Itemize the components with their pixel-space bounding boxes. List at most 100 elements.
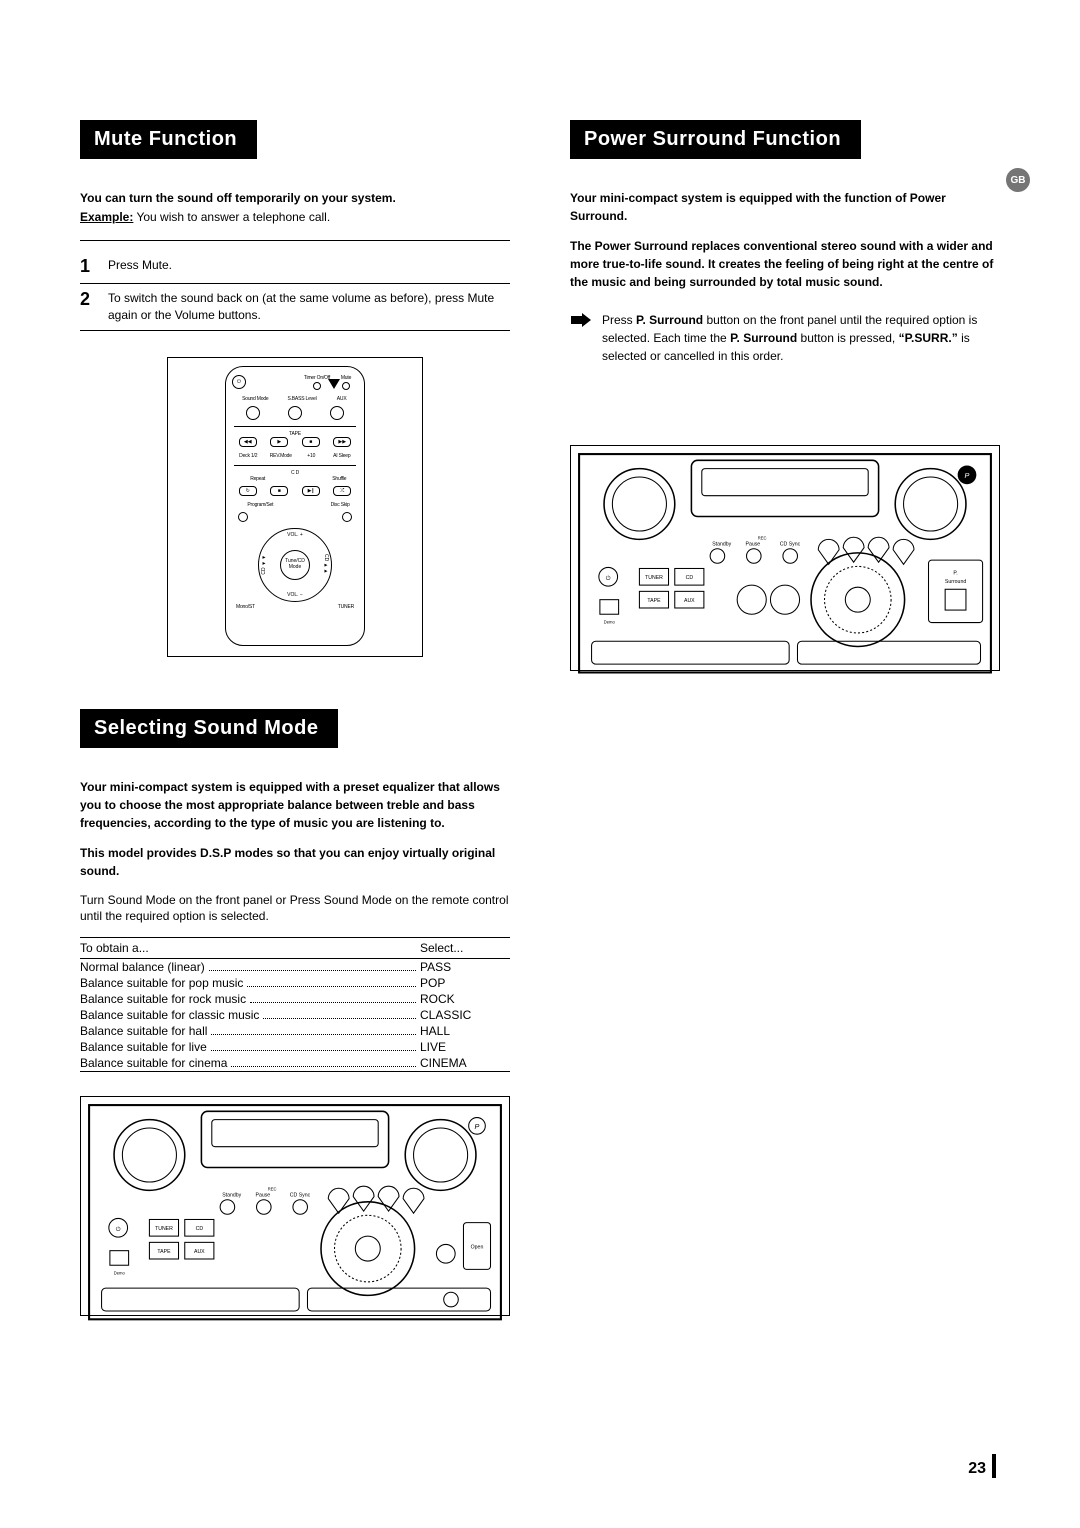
- svg-text:CD Sync: CD Sync: [290, 1193, 311, 1199]
- svg-text:TAPE: TAPE: [647, 598, 661, 604]
- step-row: 1 Press Mute.: [80, 251, 510, 284]
- remote-button: ↻: [239, 486, 257, 496]
- svg-text:AUX: AUX: [684, 598, 695, 604]
- indicator-arrow-icon: [328, 379, 340, 389]
- svg-text:TAPE: TAPE: [157, 1249, 171, 1255]
- remote-button: ⤮: [333, 486, 351, 496]
- remote-button: [288, 406, 302, 420]
- remote-button: ◀◀: [239, 437, 257, 447]
- svg-text:Pause: Pause: [745, 542, 760, 548]
- remote-button: [246, 406, 260, 420]
- svg-text:Demo: Demo: [604, 620, 616, 625]
- page-number: 23: [968, 1454, 996, 1478]
- row-value: CINEMA: [420, 1056, 510, 1070]
- remote-label: Shuffle: [318, 476, 346, 482]
- remote-button: ▶∥: [302, 486, 320, 496]
- svg-text:Surround: Surround: [945, 579, 966, 585]
- remote-button: ▶: [270, 437, 288, 447]
- sound-mode-table: To obtain a... Select... Normal balance …: [80, 937, 510, 1072]
- svg-text:TUNER: TUNER: [645, 575, 663, 581]
- remote-label: +10: [299, 453, 323, 459]
- row-label: Balance suitable for pop music: [80, 976, 243, 990]
- remote-label: CD ◄◄: [261, 554, 267, 575]
- mute-intro: You can turn the sound off temporarily o…: [80, 189, 510, 226]
- mute-steps: 1 Press Mute. 2 To switch the sound back…: [80, 251, 510, 330]
- psurr-instruction: Press P. Surround button on the front pa…: [570, 311, 1000, 365]
- table-row: Balance suitable for live LIVE: [80, 1039, 510, 1055]
- text-bold: P. Surround: [636, 313, 703, 327]
- svg-text:CD: CD: [196, 1226, 204, 1232]
- step-number: 1: [80, 257, 108, 277]
- remote-label: TUNER: [338, 604, 354, 610]
- row-dots: [247, 986, 416, 987]
- table-row: Balance suitable for rock music ROCK: [80, 991, 510, 1007]
- remote-control-illustration: ⏻ Timer On/Off Mute Sound Mode S.BASS Le…: [167, 357, 423, 657]
- row-label: Balance suitable for live: [80, 1040, 207, 1054]
- row-dots: [211, 1050, 416, 1051]
- svg-text:⏻: ⏻: [606, 575, 611, 582]
- row-label: Balance suitable for rock music: [80, 992, 246, 1006]
- stereo-svg: P Standby REC PauseCD Sync: [87, 1103, 503, 1321]
- stereo-front-panel-illustration-right: P Standby REC PauseCD Sync ⏻ TUNER: [570, 445, 1000, 671]
- row-label: Balance suitable for cinema: [80, 1056, 227, 1070]
- remote-label: AI Sleep: [328, 453, 356, 459]
- row-value: LIVE: [420, 1040, 510, 1054]
- example-label: Example:: [80, 210, 133, 224]
- remote-label: VOL. −: [287, 592, 303, 598]
- right-column: Power Surround Function Your mini-compac…: [570, 120, 1000, 1316]
- remote-label: REV.Mode: [267, 453, 295, 459]
- remote-label: Repeat: [244, 476, 272, 482]
- svg-text:REC: REC: [268, 1187, 277, 1192]
- example-text: You wish to answer a telephone call.: [133, 210, 330, 224]
- mute-function-heading: Mute Function: [80, 120, 257, 159]
- row-dots: [231, 1066, 416, 1067]
- svg-text:Open: Open: [471, 1245, 484, 1251]
- sound-mode-para2: This model provides D.S.P modes so that …: [80, 844, 510, 880]
- svg-text:Demo: Demo: [114, 1271, 126, 1276]
- table-row: Balance suitable for cinema CINEMA: [80, 1055, 510, 1071]
- text-bold: P. Surround: [730, 331, 797, 345]
- sound-mode-para3: Turn Sound Mode on the front panel or Pr…: [80, 892, 510, 926]
- remote-button: ■: [302, 437, 320, 447]
- remote-label: Mono/ST: [236, 604, 255, 610]
- two-column-layout: Mute Function You can turn the sound off…: [80, 120, 1000, 1316]
- svg-text:CD: CD: [686, 575, 694, 581]
- remote-label: Disc Skip: [314, 502, 350, 508]
- step-number: 2: [80, 290, 108, 310]
- remote-label: Tune/CD Mode: [280, 550, 310, 580]
- text: Press: [602, 313, 636, 327]
- psurr-para1: Your mini-compact system is equipped wit…: [570, 189, 1000, 225]
- row-dots: [209, 970, 416, 971]
- remote-label: Sound Mode: [236, 396, 274, 402]
- sound-mode-section: Selecting Sound Mode Your mini-compact s…: [80, 709, 510, 1317]
- psurr-para2: The Power Surround replaces conventional…: [570, 237, 1000, 291]
- manual-page: GB Mute Function You can turn the sound …: [0, 0, 1080, 1528]
- svg-text:Standby: Standby: [712, 542, 731, 548]
- remote-dpad: VOL. + VOL. − CD ◄◄ CD ►► Tune/CD Mode: [258, 528, 332, 602]
- svg-text:TUNER: TUNER: [155, 1226, 173, 1232]
- remote-button: [330, 406, 344, 420]
- table-head-obtain: To obtain a...: [80, 941, 420, 955]
- svg-text:P: P: [475, 1122, 480, 1131]
- row-value: ROCK: [420, 992, 510, 1006]
- sound-mode-para1: Your mini-compact system is equipped wit…: [80, 778, 510, 832]
- table-row: Balance suitable for hallHALL: [80, 1023, 510, 1039]
- remote-control-body: ⏻ Timer On/Off Mute Sound Mode S.BASS Le…: [225, 366, 365, 646]
- row-value: HALL: [420, 1024, 510, 1038]
- pointer-arrow-icon: [570, 313, 592, 327]
- remote-label: CD ►►: [323, 554, 329, 575]
- step-text: To switch the sound back on (at the same…: [108, 290, 510, 324]
- power-surround-heading: Power Surround Function: [570, 120, 861, 159]
- svg-text:Standby: Standby: [222, 1193, 241, 1199]
- row-dots: [263, 1018, 416, 1019]
- remote-label: S.BASS Level: [283, 396, 321, 402]
- row-dots: [211, 1034, 416, 1035]
- svg-text:P.: P.: [953, 571, 957, 577]
- table-head-select: Select...: [420, 941, 510, 955]
- row-dots: [250, 1002, 416, 1003]
- remote-button: [342, 512, 352, 522]
- row-value: PASS: [420, 960, 510, 974]
- svg-text:CD Sync: CD Sync: [780, 542, 801, 548]
- step-row: 2 To switch the sound back on (at the sa…: [80, 284, 510, 331]
- remote-label: AUX: [330, 396, 354, 402]
